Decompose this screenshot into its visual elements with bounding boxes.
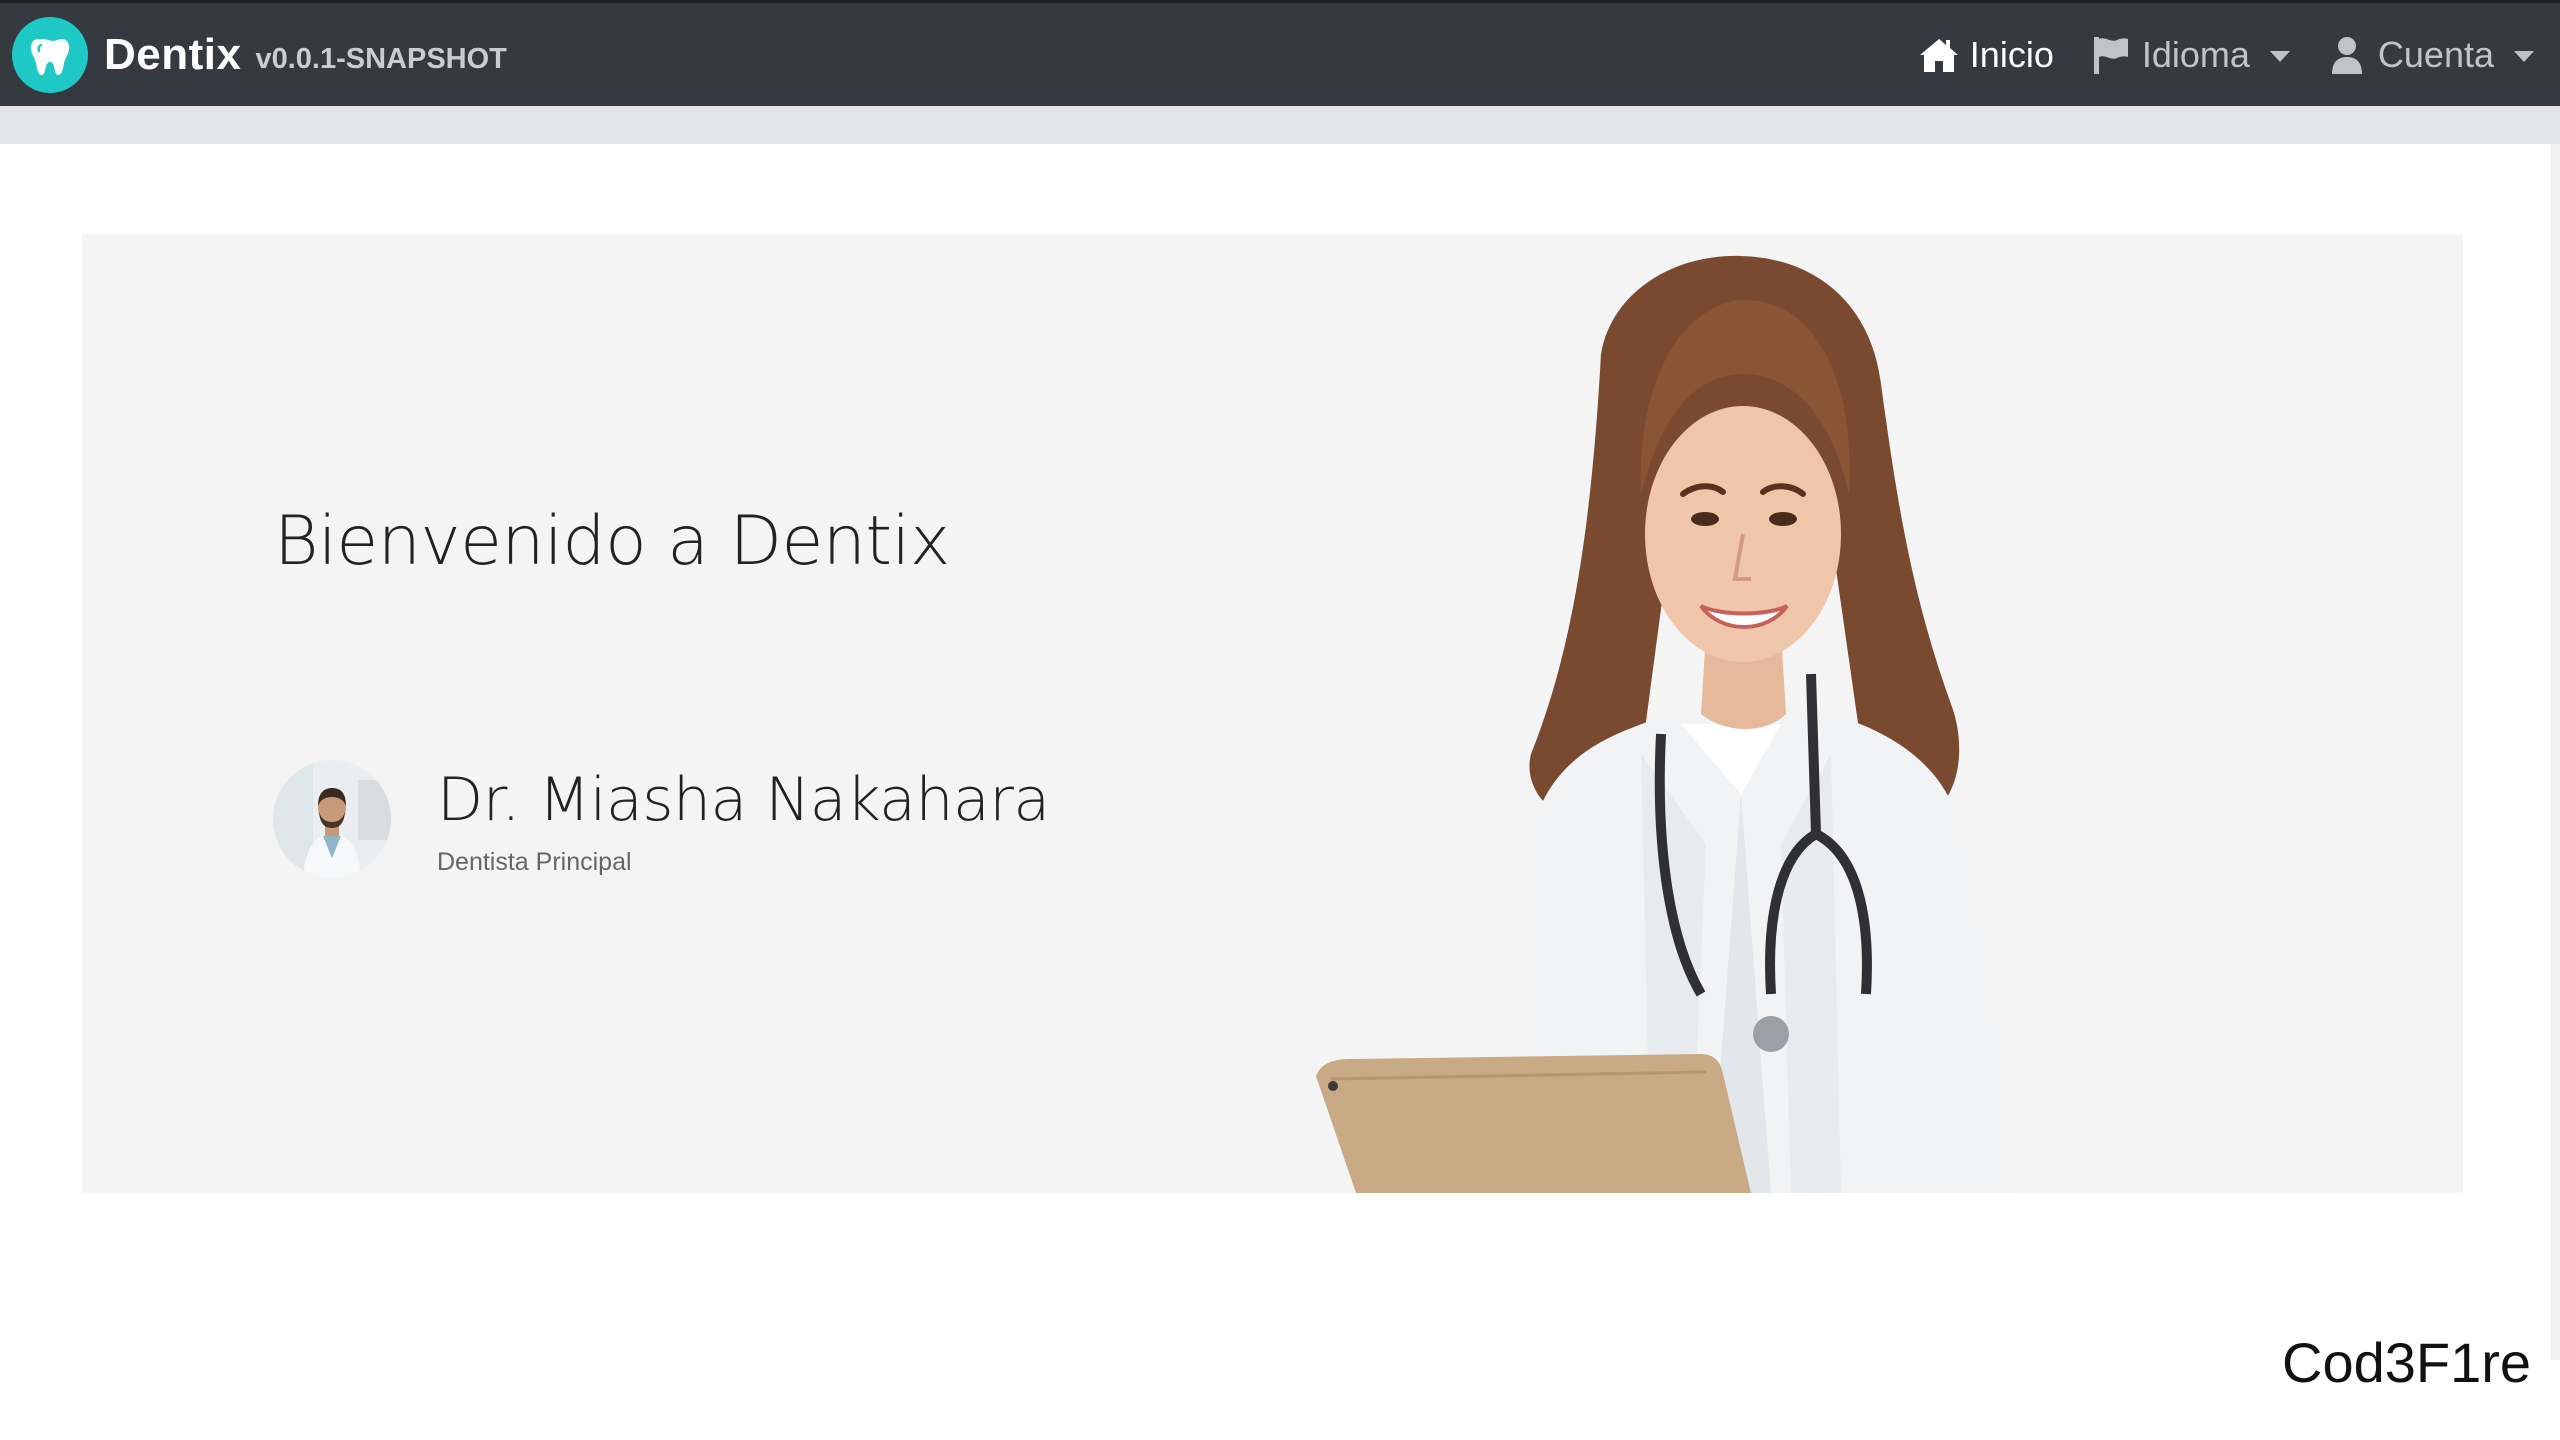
nav-item-cuenta[interactable]: Cuenta [2326,34,2534,76]
subheader-band [0,106,2560,144]
welcome-title: Bienvenido a Dentix [274,502,950,581]
welcome-hero: Bienvenido a Dentix Dr. Miasha Nakahara … [82,234,2463,1193]
nav-item-inicio[interactable]: Inicio [1918,34,2054,76]
version-label: v0.0.1-SNAPSHOT [255,43,507,75]
chevron-down-icon [2514,51,2534,62]
page-scrollbar[interactable] [2551,144,2560,1360]
flag-icon [2090,34,2132,76]
home-icon [1918,34,1960,76]
doctor-portrait-image [1311,234,2211,1193]
doctor-card: Dr. Miasha Nakahara Dentista Principal [273,760,1050,878]
nav-item-label: Cuenta [2377,33,2494,75]
user-icon [2326,34,2368,76]
nav-item-label: Idioma [2141,33,2250,75]
nav-item-label: Inicio [1969,33,2054,75]
doctor-role: Dentista Principal [437,848,632,876]
nav-menu: Inicio Idioma Cuenta [1882,3,2548,106]
doctor-info: Dr. Miasha Nakahara Dentista Principal [437,764,1050,877]
brand-link[interactable]: Dentix v0.0.1-SNAPSHOT [12,16,507,93]
doctor-avatar [273,760,391,878]
chevron-down-icon [2269,51,2290,62]
top-navbar: Dentix v0.0.1-SNAPSHOT Inicio Idioma Cue… [0,0,2560,106]
tooth-logo-icon [12,16,88,93]
nav-item-idioma[interactable]: Idioma [2090,34,2290,76]
watermark-text: Cod3F1re [2282,1331,2532,1394]
brand-name: Dentix [104,29,242,79]
doctor-name: Dr. Miasha Nakahara [437,765,1050,835]
